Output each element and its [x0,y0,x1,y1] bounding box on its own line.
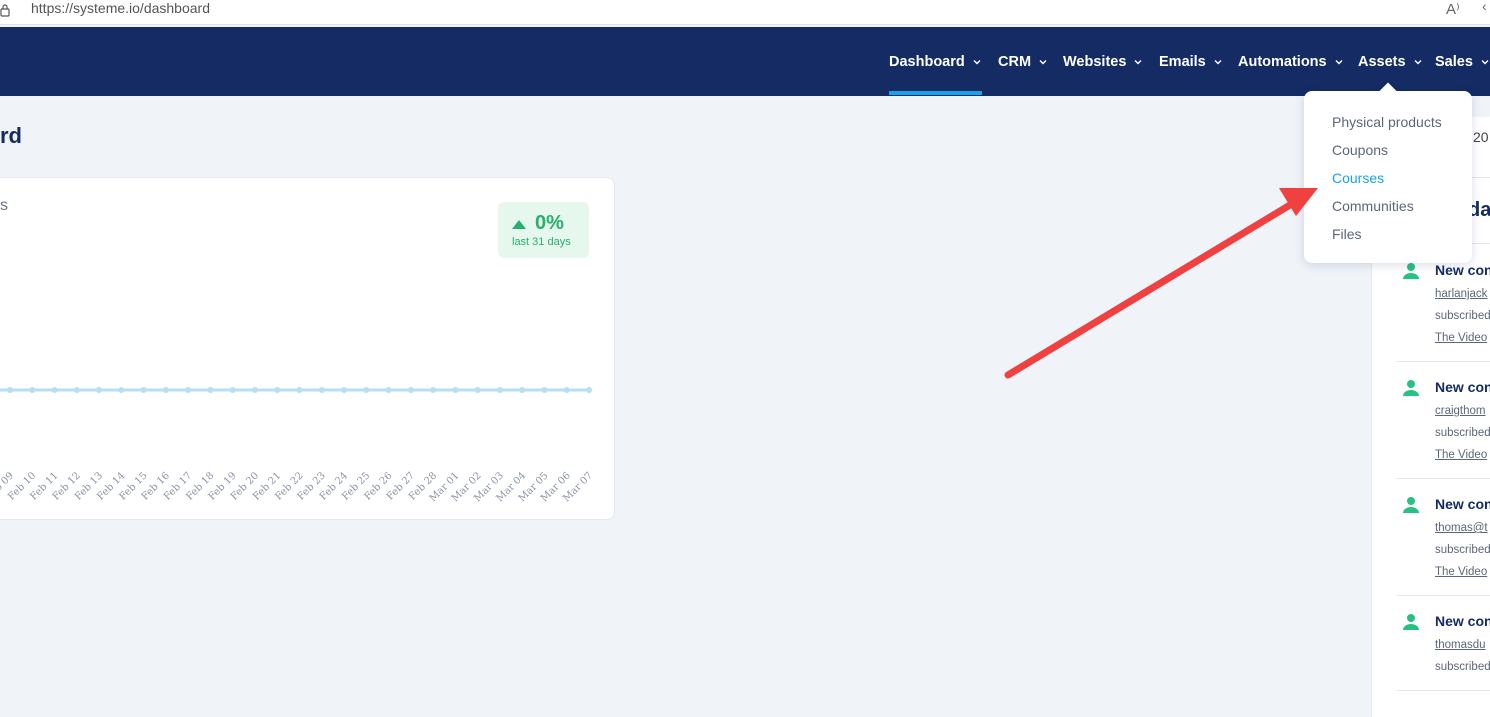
menu-item-communities[interactable]: Communities [1332,198,1414,214]
chevron-down-icon [1039,59,1047,64]
data-point[interactable] [251,387,258,393]
nav-automations[interactable]: Automations [1238,27,1343,96]
nav-assets-label: Assets [1358,53,1406,70]
activity-title: New con [1435,496,1490,512]
data-point[interactable] [452,387,459,393]
change-badge: 0% last 31 days [498,202,589,258]
data-point[interactable] [29,387,36,393]
activity-title: New con [1435,379,1490,395]
activity-target-link[interactable]: The Video [1435,332,1487,344]
read-aloud-icon[interactable]: A⁾ [1446,0,1460,18]
activity-email-link[interactable]: thomasdu [1435,639,1486,651]
activity-action: subscribed [1435,661,1490,673]
line-chart: Feb 09Feb 10Feb 11Feb 12Feb 13Feb 14Feb … [0,387,595,504]
activity-action: subscribed [1435,310,1490,322]
data-point[interactable] [7,387,13,393]
activity-title: New con [1435,262,1490,278]
activity-title: New con [1435,613,1490,629]
data-point[interactable] [586,387,592,393]
nav-emails[interactable]: Emails [1159,27,1222,96]
activity-separator [1396,595,1490,596]
menu-item-coupons[interactable]: Coupons [1332,142,1388,158]
nav-websites-label: Websites [1063,53,1127,70]
address-url[interactable]: https://systeme.io/dashboard [31,0,210,16]
nav-sales[interactable]: Sales [1435,27,1489,96]
nav-automations-label: Automations [1238,53,1327,70]
data-point[interactable] [185,387,192,393]
activity-separator [1396,690,1490,691]
chevron-down-icon [1481,59,1489,64]
nav-crm-label: CRM [998,53,1032,70]
data-point[interactable] [274,387,281,393]
stats-card-title: s [0,197,8,214]
user-icon [1403,614,1419,630]
top-navigation-bar: Dashboard CRM Websites Emails Automation… [0,27,1490,96]
menu-item-files[interactable]: Files [1332,226,1362,242]
nav-emails-label: Emails [1159,53,1206,70]
chevron-down-icon [1414,59,1422,64]
data-point[interactable] [118,387,125,393]
data-point[interactable] [407,387,414,393]
data-point[interactable] [341,387,348,393]
menu-item-physical-products[interactable]: Physical products [1332,114,1442,130]
data-point[interactable] [73,387,80,393]
data-point[interactable] [519,387,526,393]
user-icon [1403,380,1419,396]
data-point[interactable] [296,387,303,393]
nav-active-underline [889,91,982,95]
activity-target-link[interactable]: The Video [1435,449,1487,461]
activity-email-link[interactable]: harlanjack [1435,288,1487,300]
data-point[interactable] [162,387,169,393]
data-point[interactable] [363,387,370,393]
data-point[interactable] [563,387,570,393]
data-point[interactable] [430,387,437,393]
user-icon [1403,263,1419,279]
data-point[interactable] [318,387,325,393]
chevron-down-icon [1335,59,1343,64]
data-point[interactable] [474,387,481,393]
nav-websites[interactable]: Websites [1063,27,1142,96]
chevron-down-icon [1134,59,1142,64]
activity-action: subscribed [1435,427,1490,439]
data-point[interactable] [51,387,58,393]
activity-separator [1396,478,1490,479]
change-value-row: 0% [512,212,564,235]
menu-item-courses[interactable]: Courses [1332,170,1384,186]
data-point[interactable] [541,387,548,393]
data-point[interactable] [496,387,503,393]
data-point[interactable] [229,387,236,393]
lock-icon [0,4,10,17]
nav-dashboard[interactable]: Dashboard [889,27,981,96]
data-point[interactable] [385,387,392,393]
data-point[interactable] [96,387,103,393]
change-value: 0% [535,212,564,234]
more-icon[interactable]: ‹ [1482,0,1487,14]
activity-target-link[interactable]: The Video [1435,566,1487,578]
activity-email-link[interactable]: thomas@t [1435,522,1488,534]
page-title: rd [0,123,22,148]
user-icon [1403,497,1419,513]
browser-address-bar: https://systeme.io/dashboard A⁾ ‹ [0,0,1490,25]
chevron-down-icon [1214,59,1222,64]
nav-crm[interactable]: CRM [998,27,1047,96]
data-point[interactable] [207,387,214,393]
triangle-up-icon [512,219,526,229]
data-point[interactable] [140,387,147,393]
chevron-down-icon [973,59,981,64]
date-range-fragment[interactable]: 20 [1473,129,1489,145]
activity-separator [1396,361,1490,362]
nav-sales-label: Sales [1435,53,1473,70]
change-period: last 31 days [512,236,571,248]
activity-email-link[interactable]: craigthom [1435,405,1486,417]
nav-dashboard-label: Dashboard [889,53,965,70]
activity-action: subscribed [1435,544,1490,556]
assets-dropdown-menu: Physical products Coupons Courses Commun… [1304,82,1472,263]
